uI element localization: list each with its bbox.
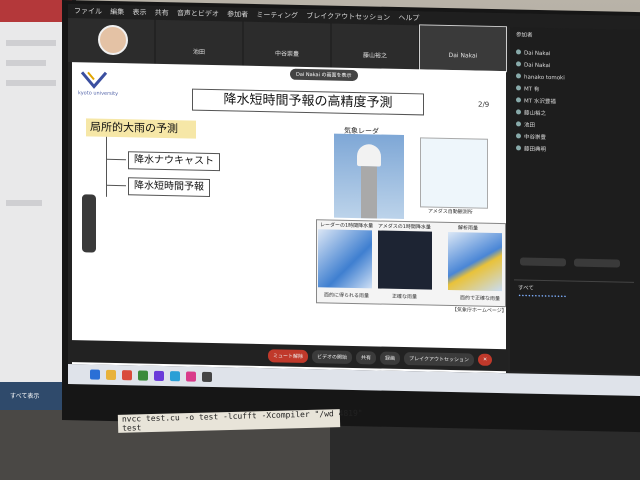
menu-file[interactable]: ファイル — [74, 7, 102, 16]
participant-name: 池田 — [524, 122, 536, 129]
share-notice[interactable]: Dai Nakai の画面を表示 — [290, 68, 358, 82]
avatar-icon — [516, 121, 521, 127]
folder-icon[interactable] — [106, 369, 116, 381]
panel-title: 参加者 — [516, 32, 533, 39]
share-button[interactable]: 共有 — [356, 350, 377, 364]
avatar-icon — [516, 85, 521, 91]
avatar-icon — [516, 145, 521, 151]
radar-dome — [357, 144, 381, 167]
video-tile[interactable]: 池田 — [156, 19, 242, 66]
end-call-icon[interactable]: ✕ — [477, 353, 493, 366]
app-icon[interactable] — [170, 371, 180, 382]
participant-name: 中谷崇豊 — [524, 134, 547, 142]
participant-row[interactable]: Dai Nakai — [516, 61, 550, 71]
panel-title: アメダスの1時間降水量 — [378, 223, 431, 231]
amedas-rain-map — [378, 230, 432, 290]
topic-heading: 局所的大雨の予測 — [86, 118, 196, 139]
text-line — [6, 200, 42, 206]
app-icon[interactable] — [186, 371, 196, 382]
participant-name: Dai Nakai — [524, 62, 551, 70]
monitor-screen: ファイル 編集 表示 共有 音声とビデオ 参加者 ミーティング ブレイクアウトセ… — [68, 4, 640, 396]
participant-name: Dai Nakai — [448, 51, 478, 60]
avatar-icon — [516, 49, 521, 55]
annotation-toolbar[interactable] — [82, 194, 96, 253]
topic-item-short-range: 降水短時間予報 — [128, 177, 210, 197]
participant-row[interactable]: 藤田典明 — [516, 145, 546, 155]
video-tile[interactable] — [68, 18, 154, 64]
shared-slide: kyoto university Dai Nakai の画面を表示 降水短時間予… — [72, 62, 507, 374]
panel-title: 解析雨量 — [458, 225, 479, 232]
app-icon[interactable] — [154, 370, 164, 382]
unmute-button[interactable]: ミュート解除 — [268, 348, 309, 363]
menu-share[interactable]: 共有 — [155, 9, 169, 17]
participant-row[interactable]: hanako tomoki — [516, 73, 565, 83]
menu-audio-video[interactable]: 音声とビデオ — [177, 9, 219, 18]
app-icon[interactable] — [122, 370, 132, 381]
panel-caption: 正確な雨量 — [392, 293, 418, 301]
panel-caption: 面的で正確な雨量 — [460, 295, 501, 303]
chat-recipient[interactable]: すべて — [518, 283, 534, 291]
participant-name: Dai Nakai — [524, 50, 551, 58]
video-tile[interactable]: 藤山裕之 — [332, 23, 418, 70]
menu-meeting[interactable]: ミーティング — [256, 11, 298, 20]
show-all-button[interactable]: すべて表示 — [10, 391, 39, 400]
menu-help[interactable]: ヘルプ — [398, 14, 419, 22]
menu-edit[interactable]: 編集 — [110, 8, 124, 16]
avatar — [98, 24, 128, 56]
avatar-icon — [516, 97, 521, 103]
video-tile-active[interactable]: Dai Nakai — [419, 24, 507, 73]
participant-row[interactable]: Dai Nakai — [516, 49, 550, 59]
start-icon[interactable] — [90, 369, 100, 380]
participant-row[interactable]: MT 水沢豊福 — [516, 97, 556, 107]
participants-panel: 参加者 Dai Nakai Dai Nakai hanako tomoki MT… — [510, 27, 640, 374]
topic-item-nowcast: 降水ナウキャスト — [128, 151, 220, 172]
panel-title: レーダーの1時間降水量 — [320, 222, 374, 230]
chat-message: ••••••••••••••• — [518, 293, 567, 301]
participant-name: 藤山裕之 — [362, 52, 387, 60]
text-line — [6, 40, 56, 46]
participant-name: MT 有 — [524, 86, 540, 93]
avatar-icon — [516, 109, 521, 115]
panel-caption: 面的に得られる雨量 — [324, 292, 370, 300]
participant-name: 藤田典明 — [524, 146, 547, 154]
radar-tower — [361, 166, 377, 219]
participant-row[interactable]: 池田 — [516, 121, 535, 130]
university-logo-icon — [80, 71, 108, 89]
page-number: 2/9 — [478, 100, 490, 109]
amedas-caption: アメダス自動観測所 — [428, 208, 473, 216]
participant-row[interactable]: 藤山裕之 — [516, 109, 546, 119]
start-video-button[interactable]: ビデオの開始 — [312, 349, 353, 364]
record-button[interactable]: 録画 — [380, 351, 401, 365]
amedas-illustration — [420, 137, 488, 209]
menu-breakout[interactable]: ブレイクアウトセッション — [306, 12, 390, 22]
logo-text: kyoto university — [78, 90, 119, 98]
avatar-icon — [516, 73, 521, 79]
breakout-button[interactable]: ブレイクアウトセッション — [404, 351, 474, 367]
menu-view[interactable]: 表示 — [132, 8, 146, 16]
video-tile[interactable]: 中谷崇豊 — [244, 21, 330, 68]
participant-name: hanako tomoki — [524, 74, 565, 82]
unmute-all-button[interactable] — [574, 258, 620, 268]
participant-row[interactable]: 中谷崇豊 — [516, 133, 546, 143]
participant-name: 藤山裕之 — [524, 110, 547, 118]
avatar-icon — [516, 133, 521, 139]
tree-line — [106, 136, 107, 197]
participant-name: 中谷崇豊 — [274, 50, 299, 58]
participant-name: 池田 — [192, 48, 205, 56]
app-icon[interactable] — [138, 370, 148, 381]
participant-row[interactable]: MT 有 — [516, 85, 539, 94]
text-line — [6, 80, 56, 86]
slide-title: 降水短時間予報の高精度予測 — [192, 88, 424, 116]
avatar-icon — [516, 61, 521, 67]
tree-line — [106, 158, 126, 161]
radar-rain-map — [318, 229, 372, 289]
text-line — [6, 60, 46, 66]
analysis-rain-map — [448, 231, 502, 292]
participant-name: MT 水沢豊福 — [524, 98, 556, 106]
source-note: 【気象庁ホームページ】 — [452, 307, 507, 315]
mute-all-button[interactable] — [520, 257, 566, 267]
tree-line — [106, 184, 126, 187]
menu-participants[interactable]: 参加者 — [227, 10, 248, 18]
app-icon[interactable] — [202, 371, 212, 383]
